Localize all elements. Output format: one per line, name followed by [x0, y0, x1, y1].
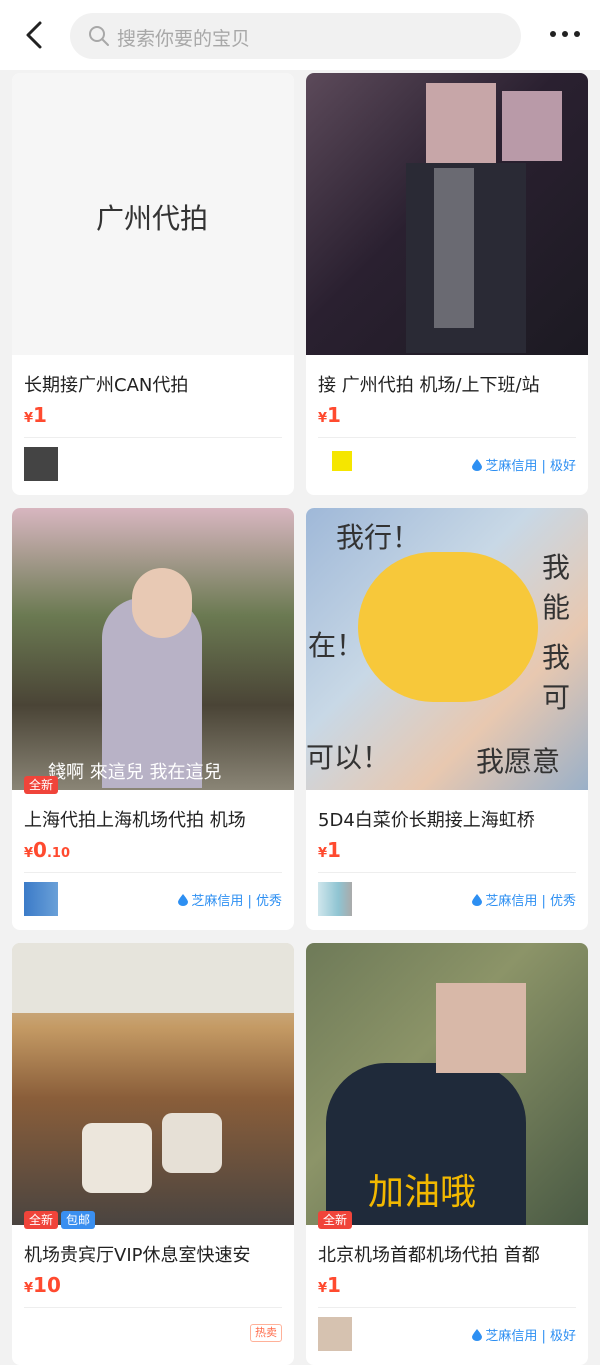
water-drop-icon	[472, 894, 483, 906]
tag-group: 全新	[318, 1209, 355, 1229]
product-image	[12, 943, 294, 1225]
image-text: 在！	[308, 629, 365, 662]
product-title: 接 广州代拍 机场/上下班/站	[318, 375, 540, 396]
product-price: ¥1	[318, 838, 341, 862]
image-text: 广州代拍	[96, 202, 209, 235]
divider	[318, 437, 576, 438]
hot-sale-badge: 热卖	[250, 1324, 282, 1342]
product-title: 上海代拍上海机场代拍 机场	[24, 810, 246, 831]
product-title: 北京机场首都机场代拍 首都	[318, 1245, 540, 1266]
top-bar: 搜索你要的宝贝	[0, 0, 600, 70]
divider	[24, 1307, 282, 1308]
tag-new: 全新	[24, 1211, 59, 1229]
image-caption: 加油哦	[368, 1172, 477, 1213]
product-price: ¥0.10	[24, 838, 70, 862]
credit-badge: 芝麻信用 | 优秀	[472, 890, 576, 909]
blur-mosaic	[426, 83, 496, 163]
water-drop-icon	[472, 459, 483, 471]
seller-avatar[interactable]	[318, 447, 352, 481]
product-price: ¥1	[318, 403, 341, 427]
image-text: 我愿意	[476, 745, 561, 778]
seller-avatar[interactable]	[24, 447, 58, 481]
credit-badge: 芝麻信用 | 优秀	[178, 890, 282, 909]
credit-badge: 芝麻信用 | 极好	[472, 1325, 576, 1344]
product-title: 长期接广州CAN代拍	[24, 375, 189, 396]
search-input[interactable]: 搜索你要的宝贝	[70, 13, 521, 59]
tag-group: 全新	[24, 774, 61, 794]
product-price: ¥10	[24, 1273, 61, 1297]
product-image: 加油哦	[306, 943, 588, 1225]
divider	[318, 1307, 576, 1308]
search-placeholder: 搜索你要的宝贝	[117, 28, 251, 50]
product-title: 机场贵宾厅VIP休息室快速安	[24, 1245, 251, 1266]
product-card[interactable]: 接 广州代拍 机场/上下班/站 ¥1 芝麻信用 | 极好	[306, 73, 588, 495]
divider	[24, 872, 282, 873]
product-price: ¥1	[24, 403, 47, 427]
image-text: 可以！	[306, 741, 391, 774]
search-icon	[89, 26, 109, 46]
product-image	[306, 73, 588, 355]
seller-avatar[interactable]	[318, 1317, 352, 1351]
product-card[interactable]: 錢啊 來這兒 我在這兒 全新 上海代拍上海机场代拍 机场 ¥0.10 芝麻信用 …	[12, 508, 294, 930]
emoji-face	[358, 552, 538, 702]
tag-group: 全新 包邮	[24, 1209, 98, 1229]
seller-avatar[interactable]	[318, 882, 352, 916]
image-text: 我能	[542, 551, 571, 624]
product-title: 5D4白菜价长期接上海虹桥	[318, 810, 535, 831]
product-card[interactable]: 加油哦 全新 北京机场首都机场代拍 首都 ¥1 芝麻信用 | 极好	[306, 943, 588, 1365]
product-card[interactable]: 全新 包邮 机场贵宾厅VIP休息室快速安 ¥10 热卖	[12, 943, 294, 1365]
image-caption: 錢啊 來這兒 我在這兒	[48, 762, 222, 783]
image-text: 我可	[542, 641, 571, 714]
divider	[318, 872, 576, 873]
tag-new: 全新	[318, 1211, 353, 1229]
back-icon[interactable]	[18, 18, 52, 52]
water-drop-icon	[178, 894, 189, 906]
image-text: 我行！	[336, 521, 421, 554]
credit-badge: 芝麻信用 | 极好	[472, 455, 576, 474]
product-image: 我行！ 我能 在！ 我可 可以！ 我愿意	[306, 508, 588, 790]
product-image: 广州代拍	[12, 73, 294, 355]
blur-mosaic	[502, 91, 562, 161]
tag-free-shipping: 包邮	[61, 1211, 96, 1229]
product-card[interactable]: 广州代拍 长期接广州CAN代拍 ¥1	[12, 73, 294, 495]
seller-avatar[interactable]	[24, 882, 58, 916]
divider	[24, 437, 282, 438]
more-icon[interactable]	[547, 25, 583, 45]
blur-mosaic	[436, 983, 526, 1073]
product-price: ¥1	[318, 1273, 341, 1297]
product-card[interactable]: 我行！ 我能 在！ 我可 可以！ 我愿意 5D4白菜价长期接上海虹桥 ¥1 芝麻…	[306, 508, 588, 930]
water-drop-icon	[472, 1329, 483, 1341]
product-image: 錢啊 來這兒 我在這兒	[12, 508, 294, 790]
tag-new: 全新	[24, 776, 59, 794]
